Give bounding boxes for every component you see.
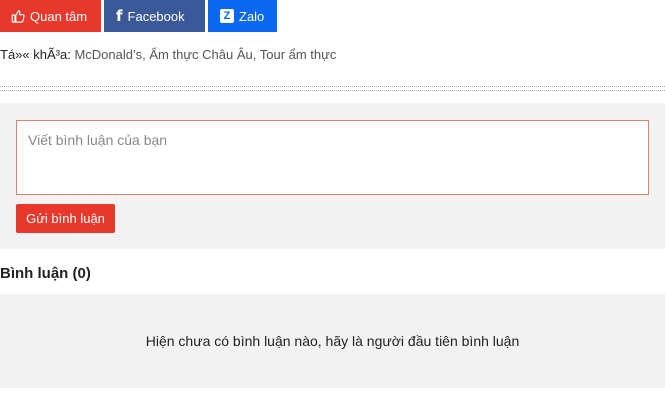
tag-link[interactable]: Tour ẩm thực — [260, 47, 337, 62]
zalo-share-button[interactable]: Z Zalo — [208, 0, 277, 32]
facebook-share-button[interactable]: f Facebook — [104, 0, 205, 32]
tags-label: Tá»« khÃ³a: — [0, 47, 71, 62]
zalo-label: Zalo — [239, 8, 265, 24]
facebook-icon: f — [116, 7, 123, 25]
zalo-icon: Z — [220, 9, 234, 23]
tag-link[interactable]: McDonald’s — [74, 47, 142, 62]
comment-input[interactable]: Viết bình luận của bạn — [16, 120, 649, 195]
tag-link[interactable]: Ẩm thực Châu Âu — [149, 47, 252, 62]
like-label: Quan tâm — [30, 8, 88, 24]
comments-title: Bình luận (0) — [0, 265, 91, 282]
divider — [0, 86, 665, 91]
empty-comments-box: Hiện chưa có bình luận nào, hãy là người… — [0, 294, 665, 388]
share-bar: Quan tâm f Facebook Z Zalo — [0, 0, 277, 32]
empty-comments-message: Hiện chưa có bình luận nào, hãy là người… — [145, 333, 520, 349]
comment-form: Viết bình luận của bạn Gửi bình luận — [0, 103, 665, 249]
like-button[interactable]: Quan tâm — [0, 0, 101, 32]
thumbs-up-icon — [11, 9, 25, 23]
facebook-label: Facebook — [127, 8, 185, 24]
comment-placeholder: Viết bình luận của bạn — [28, 132, 168, 148]
tags-row: Tá»« khÃ³a: McDonald’s, Ẩm thực Châu Âu,… — [0, 47, 337, 62]
submit-comment-button[interactable]: Gửi bình luận — [16, 204, 115, 233]
